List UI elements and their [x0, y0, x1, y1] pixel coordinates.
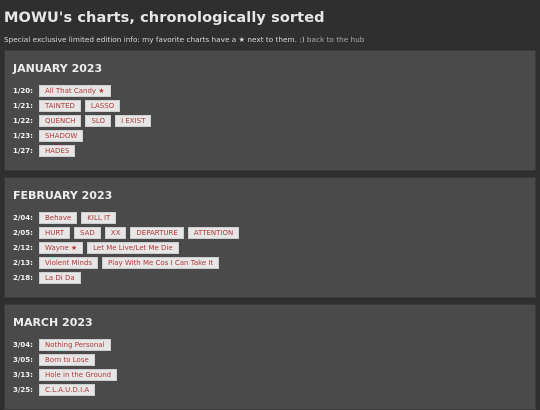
month-section: JANUARY 2023 1/20: All That Candy ★ 1/21: TA…	[4, 50, 536, 171]
months-container: JANUARY 2023 1/20: All That Candy ★ 1/21: TA…	[4, 50, 536, 410]
date-label: 1/23:	[13, 131, 33, 140]
month-heading: FEBRUARY 2023	[13, 189, 113, 202]
month-section: MARCH 2023 3/04: Nothing Personal 3/05: Born…	[4, 304, 536, 410]
date-row: 3/04: Nothing Personal	[13, 337, 527, 352]
chart-link[interactable]: HURT	[39, 226, 71, 239]
date-label: 3/05:	[13, 355, 33, 364]
date-label: 3/25:	[13, 385, 33, 394]
date-row: 1/23: SHADOW	[13, 128, 527, 143]
date-row: 3/05: Born to Lose	[13, 352, 527, 367]
chart-link[interactable]: TAINTED	[39, 99, 81, 112]
chart-link[interactable]: LASSO	[84, 99, 121, 112]
chart-link[interactable]: ATTENTION	[187, 226, 240, 239]
chart-link[interactable]: La Di Da	[39, 271, 81, 284]
chart-link[interactable]: Behave	[39, 211, 78, 224]
chart-link[interactable]: XX	[104, 226, 127, 239]
date-label: 1/27:	[13, 146, 33, 155]
chart-link[interactable]: All That Candy ★	[39, 84, 111, 97]
chart-link[interactable]: Let Me Live/Let Me Die	[87, 241, 179, 254]
month-section: FEBRUARY 2023 2/04: Behave KILL IT 2/05: HURT…	[4, 177, 536, 298]
info-line: Special exclusive limited edition info: …	[4, 35, 536, 44]
date-row: 2/18: La Di Da	[13, 270, 527, 285]
chart-link[interactable]: SAD	[74, 226, 101, 239]
date-row: 3/13: Hole in the Ground	[13, 367, 527, 382]
date-label: 2/05:	[13, 228, 33, 237]
date-label: 1/20:	[13, 86, 33, 95]
date-row: 2/04: Behave KILL IT	[13, 210, 527, 225]
chart-link[interactable]: Hole in the Ground	[39, 368, 118, 381]
back-to-hub-link[interactable]: back to the hub	[307, 35, 364, 44]
chart-link[interactable]: DEPARTURE	[130, 226, 184, 239]
date-label: 1/22:	[13, 116, 33, 125]
date-label: 3/13:	[13, 370, 33, 379]
chart-link[interactable]: Violent Minds	[39, 256, 99, 269]
chart-link[interactable]: Born to Lose	[39, 353, 95, 366]
chart-link[interactable]: QUENCH	[39, 114, 82, 127]
page-title: MOWU's charts, chronologically sorted	[4, 10, 325, 26]
date-row: 2/13: Violent Minds Play With Me Cos I Can…	[13, 255, 527, 270]
month-heading: JANUARY 2023	[13, 62, 103, 75]
chart-link[interactable]: C.L.A.U.D.I.A	[39, 383, 96, 396]
chart-link[interactable]: SHADOW	[39, 129, 84, 142]
date-row: 3/25: C.L.A.U.D.I.A	[13, 382, 527, 397]
chart-link[interactable]: I EXIST	[115, 114, 152, 127]
month-heading: MARCH 2023	[13, 316, 93, 329]
info-text: Special exclusive limited edition info: …	[4, 35, 305, 44]
date-row: 1/22: QUENCH SLO I EXIST	[13, 113, 527, 128]
date-row: 1/27: HADES	[13, 143, 527, 158]
date-label: 2/12:	[13, 243, 33, 252]
date-row: 2/12: Wayne ★ Let Me Live/Let Me Die	[13, 240, 527, 255]
date-label: 1/21:	[13, 101, 33, 110]
date-row: 1/21: TAINTED LASSO	[13, 98, 527, 113]
chart-link[interactable]: HADES	[39, 144, 76, 157]
date-label: 2/13:	[13, 258, 33, 267]
date-label: 3/04:	[13, 340, 33, 349]
date-row: 1/20: All That Candy ★	[13, 83, 527, 98]
chart-link[interactable]: Nothing Personal	[39, 338, 111, 351]
chart-link[interactable]: Wayne ★	[39, 241, 84, 254]
chart-link[interactable]: Play With Me Cos I Can Take It	[102, 256, 220, 269]
page: MOWU's charts, chronologically sorted Sp…	[0, 0, 540, 410]
chart-link[interactable]: KILL IT	[81, 211, 117, 224]
date-label: 2/04:	[13, 213, 33, 222]
date-label: 2/18:	[13, 273, 33, 282]
chart-link[interactable]: SLO	[85, 114, 112, 127]
date-row: 2/05: HURT SAD XX DEPARTURE ATTENTION	[13, 225, 527, 240]
